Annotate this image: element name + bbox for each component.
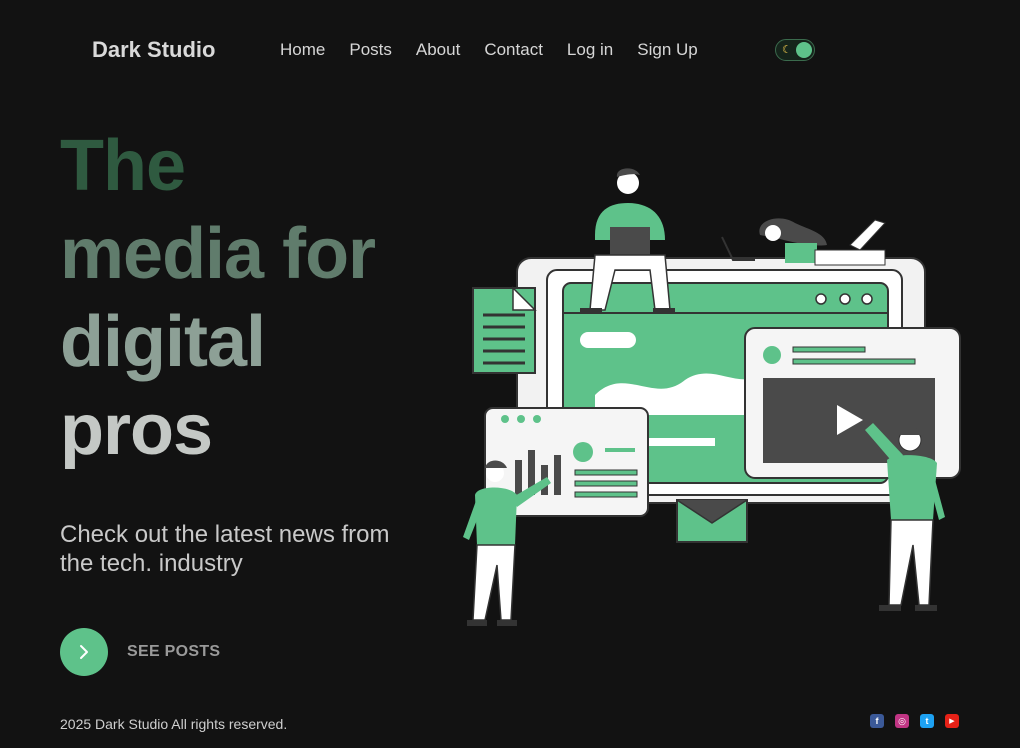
see-posts-label[interactable]: SEE POSTS <box>127 643 220 661</box>
nav-about[interactable]: About <box>416 40 460 60</box>
hero-title-line: digital <box>60 302 266 382</box>
facebook-icon[interactable]: f <box>870 714 884 728</box>
main-nav: Home Posts About Contact Log in Sign Up <box>280 40 722 60</box>
chevron-right-icon <box>80 645 88 659</box>
hero-title-line: pros <box>60 390 213 470</box>
hero-subtitle: Check out the latest news from the tech.… <box>60 521 390 577</box>
twitter-icon[interactable]: t <box>920 714 934 728</box>
nav-signup[interactable]: Sign Up <box>637 40 697 60</box>
moon-icon: ☾ <box>782 44 792 56</box>
nav-contact[interactable]: Contact <box>484 40 543 60</box>
toggle-knob <box>796 42 812 58</box>
youtube-icon[interactable]: ▶ <box>945 714 959 728</box>
hero-illustration <box>463 168 961 626</box>
instagram-icon[interactable]: ◎ <box>895 714 909 728</box>
footer-copyright: 2025 Dark Studio All rights reserved. <box>60 716 288 732</box>
hero-title: The media for digital pros <box>60 122 440 474</box>
brand-logo[interactable]: Dark Studio <box>92 37 215 63</box>
nav-login[interactable]: Log in <box>567 40 613 60</box>
hero-title-line: The <box>60 126 186 206</box>
nav-posts[interactable]: Posts <box>349 40 392 60</box>
see-posts-button[interactable] <box>60 628 108 676</box>
hero-title-line: media for <box>60 214 376 294</box>
theme-toggle[interactable]: ☾ <box>775 39 815 61</box>
nav-home[interactable]: Home <box>280 40 325 60</box>
